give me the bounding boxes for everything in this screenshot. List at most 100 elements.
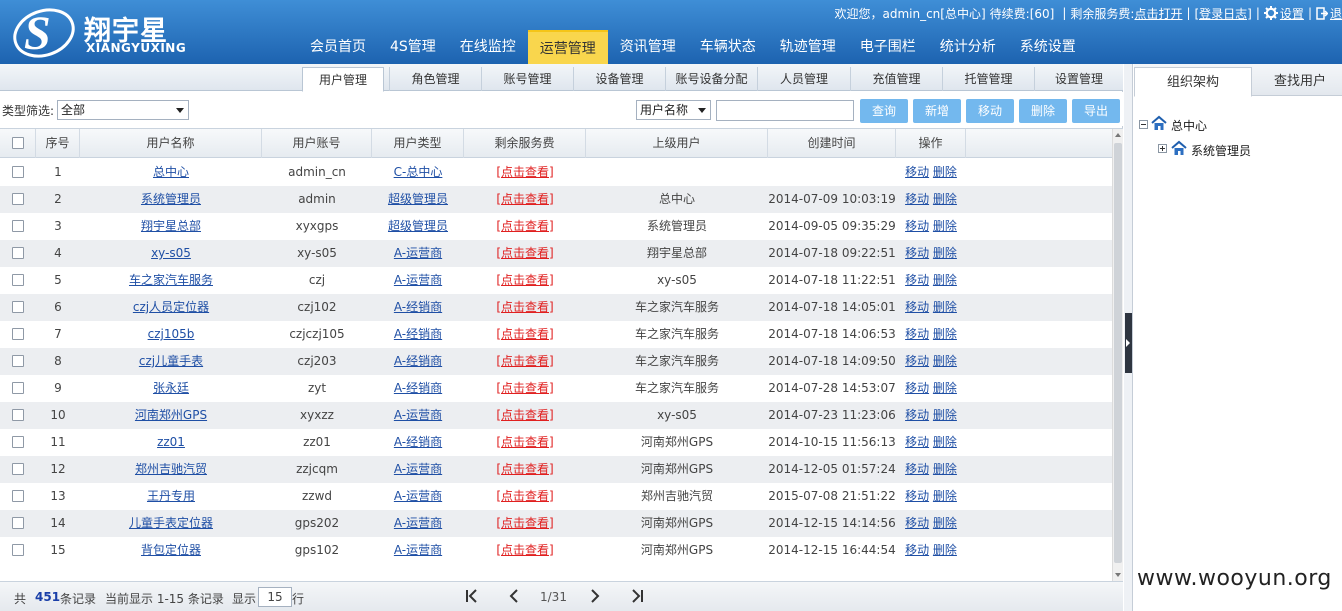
col-header-fee[interactable]: 剩余服务费 xyxy=(464,129,586,158)
nav-item-system-settings[interactable]: 系统设置 xyxy=(1008,30,1088,64)
row-move-link[interactable]: 移动 xyxy=(905,165,929,179)
cell-user-name[interactable]: czj人员定位器 xyxy=(133,300,209,314)
tab-account-device-assign[interactable]: 账号设备分配 xyxy=(665,67,757,91)
row-checkbox[interactable] xyxy=(12,544,24,556)
row-checkbox[interactable] xyxy=(12,301,24,313)
cell-user-name[interactable]: 翔宇星总部 xyxy=(141,219,201,233)
cell-user-name[interactable]: 背包定位器 xyxy=(141,543,201,557)
cell-user-name[interactable]: 郑州吉驰汽贸 xyxy=(135,462,207,476)
nav-item-monitor[interactable]: 在线监控 xyxy=(448,30,528,64)
login-log-link[interactable]: [登录日志] xyxy=(1195,5,1252,22)
cell-user-type[interactable]: A-运营商 xyxy=(394,462,442,476)
first-page-icon[interactable] xyxy=(464,588,480,604)
row-checkbox[interactable] xyxy=(12,436,24,448)
next-page-icon[interactable] xyxy=(587,588,603,604)
table-row[interactable]: 15 背包定位器 gps102 A-运营商 河南郑州GPS 2014-12-15 16:4… xyxy=(0,537,1112,564)
table-row[interactable]: 5 车之家汽车服务 czj A-运营商 xy-s05 2014-07-18 11:22:5… xyxy=(0,267,1112,294)
view-fee-link[interactable]: [点击查看] xyxy=(496,543,553,557)
row-delete-link[interactable]: 删除 xyxy=(933,246,957,260)
row-delete-link[interactable]: 删除 xyxy=(933,300,957,314)
exit-icon[interactable] xyxy=(1316,6,1328,20)
search-input[interactable] xyxy=(716,100,854,121)
row-delete-link[interactable]: 删除 xyxy=(933,381,957,395)
select-all-checkbox[interactable] xyxy=(12,137,24,149)
row-move-link[interactable]: 移动 xyxy=(905,462,929,476)
brand-logo[interactable]: S 翔宇星 XIANGYUXING xyxy=(8,3,188,61)
nav-item-vehicle-status[interactable]: 车辆状态 xyxy=(688,30,768,64)
tab-find-user[interactable]: 查找用户 xyxy=(1258,67,1342,96)
row-move-link[interactable]: 移动 xyxy=(905,327,929,341)
row-checkbox[interactable] xyxy=(12,355,24,367)
cell-user-name[interactable]: zz01 xyxy=(157,435,185,449)
tree-collapse-icon[interactable] xyxy=(1139,120,1148,129)
nav-item-news[interactable]: 资讯管理 xyxy=(608,30,688,64)
row-delete-link[interactable]: 删除 xyxy=(933,516,957,530)
row-checkbox[interactable] xyxy=(12,193,24,205)
scroll-thumb[interactable] xyxy=(1114,143,1122,563)
view-fee-link[interactable]: [点击查看] xyxy=(496,165,553,179)
table-row[interactable]: 13 王丹专用 zzwd A-运营商 郑州吉驰汽贸 2015-07-08 21:51:22… xyxy=(0,483,1112,510)
col-header-name[interactable]: 用户名称 xyxy=(80,129,262,158)
cell-user-name[interactable]: 王丹专用 xyxy=(147,489,195,503)
cell-user-name[interactable]: czj儿童手表 xyxy=(139,354,203,368)
cell-user-type[interactable]: A-经销商 xyxy=(394,435,442,449)
view-fee-link[interactable]: [点击查看] xyxy=(496,435,553,449)
nav-item-track[interactable]: 轨迹管理 xyxy=(768,30,848,64)
cell-user-type[interactable]: A-运营商 xyxy=(394,489,442,503)
row-move-link[interactable]: 移动 xyxy=(905,300,929,314)
row-delete-link[interactable]: 删除 xyxy=(933,489,957,503)
delete-button[interactable]: 删除 xyxy=(1019,99,1067,123)
view-fee-link[interactable]: [点击查看] xyxy=(496,489,553,503)
cell-user-type[interactable]: A-运营商 xyxy=(394,273,442,287)
nav-item-geofence[interactable]: 电子围栏 xyxy=(848,30,928,64)
row-checkbox[interactable] xyxy=(12,328,24,340)
nav-item-statistics[interactable]: 统计分析 xyxy=(928,30,1008,64)
tree-node-sysadmin[interactable]: 系统管理员 xyxy=(1191,141,1251,161)
row-checkbox[interactable] xyxy=(12,274,24,286)
panel-splitter[interactable] xyxy=(1124,64,1133,611)
col-header-type[interactable]: 用户类型 xyxy=(372,129,464,158)
view-fee-link[interactable]: [点击查看] xyxy=(496,300,553,314)
row-delete-link[interactable]: 删除 xyxy=(933,354,957,368)
row-delete-link[interactable]: 删除 xyxy=(933,408,957,422)
tab-role-management[interactable]: 角色管理 xyxy=(389,67,481,91)
row-move-link[interactable]: 移动 xyxy=(905,192,929,206)
cell-user-type[interactable]: A-运营商 xyxy=(394,543,442,557)
table-row[interactable]: 6 czj人员定位器 czj102 A-经销商 车之家汽车服务 2014-07-18 14… xyxy=(0,294,1112,321)
scroll-up-icon[interactable] xyxy=(1115,133,1121,137)
row-checkbox[interactable] xyxy=(12,409,24,421)
table-row[interactable]: 3 翔宇星总部 xyxgps 超级管理员 系统管理员 2014-09-05 09:35:2… xyxy=(0,213,1112,240)
cell-user-name[interactable]: 儿童手表定位器 xyxy=(129,516,213,530)
cell-user-name[interactable]: 车之家汽车服务 xyxy=(129,273,213,287)
tab-recharge-management[interactable]: 充值管理 xyxy=(850,67,942,91)
cell-user-type[interactable]: A-运营商 xyxy=(394,246,442,260)
row-checkbox[interactable] xyxy=(12,382,24,394)
col-header-actions[interactable]: 操作 xyxy=(896,129,966,158)
add-button[interactable]: 新增 xyxy=(913,99,961,123)
row-checkbox[interactable] xyxy=(12,220,24,232)
cell-user-name[interactable]: 河南郑州GPS xyxy=(135,408,207,422)
cell-user-type[interactable]: 超级管理员 xyxy=(388,192,448,206)
view-fee-link[interactable]: [点击查看] xyxy=(496,273,553,287)
table-row[interactable]: 8 czj儿童手表 czj203 A-经销商 车之家汽车服务 2014-07-18 14:… xyxy=(0,348,1112,375)
view-fee-link[interactable]: [点击查看] xyxy=(496,192,553,206)
row-move-link[interactable]: 移动 xyxy=(905,354,929,368)
table-row[interactable]: 11 zz01 zz01 A-经销商 河南郑州GPS 2014-10-15 11:56:1… xyxy=(0,429,1112,456)
row-delete-link[interactable]: 删除 xyxy=(933,273,957,287)
cell-user-name[interactable]: czj105b xyxy=(148,327,195,341)
table-row[interactable]: 4 xy-s05 xy-s05 A-运营商 翔宇星总部 2014-07-18 09:22:… xyxy=(0,240,1112,267)
scroll-down-icon[interactable] xyxy=(1115,573,1121,577)
table-row[interactable]: 10 河南郑州GPS xyxzz A-运营商 xy-s05 2014-07-23 11:2… xyxy=(0,402,1112,429)
settings-link[interactable]: 设置 xyxy=(1280,5,1304,22)
row-checkbox[interactable] xyxy=(12,490,24,502)
row-move-link[interactable]: 移动 xyxy=(905,516,929,530)
row-checkbox[interactable] xyxy=(12,166,24,178)
row-move-link[interactable]: 移动 xyxy=(905,246,929,260)
tab-user-management[interactable]: 用户管理 xyxy=(302,67,384,92)
tab-device-management[interactable]: 设备管理 xyxy=(573,67,665,91)
tree-node-root[interactable]: 总中心 xyxy=(1171,116,1207,136)
last-page-icon[interactable] xyxy=(629,588,645,604)
row-delete-link[interactable]: 删除 xyxy=(933,327,957,341)
row-move-link[interactable]: 移动 xyxy=(905,543,929,557)
export-button[interactable]: 导出 xyxy=(1072,99,1120,123)
